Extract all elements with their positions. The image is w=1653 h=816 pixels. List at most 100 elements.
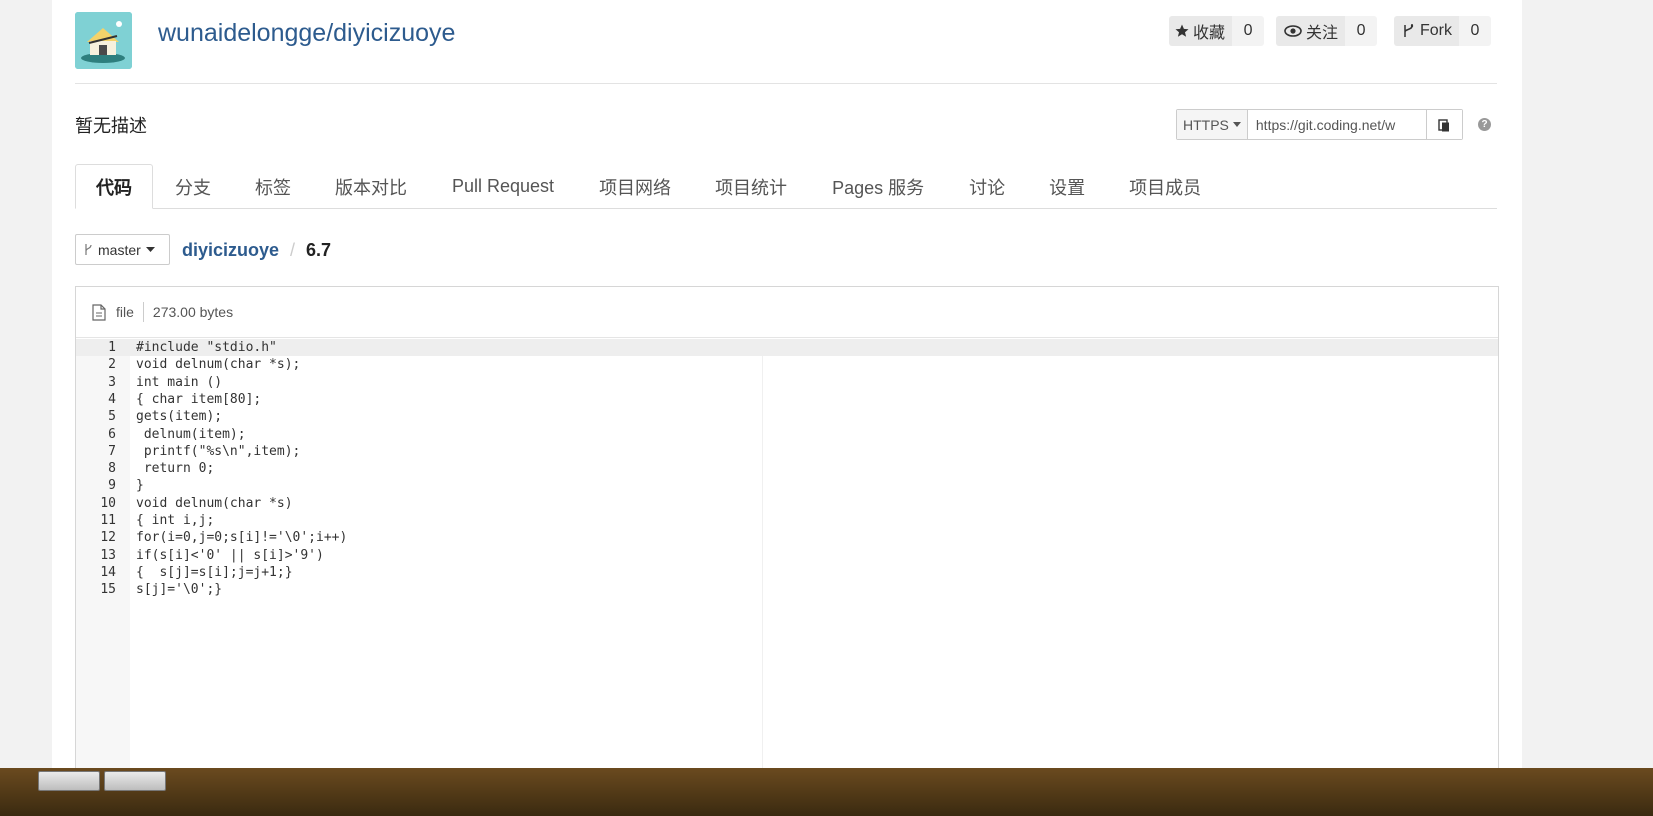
tab-pages[interactable]: Pages 服务 [809,164,947,209]
line-number: 7 [108,443,116,459]
tab-compare[interactable]: 版本对比 [313,164,429,209]
repo-description: 暂无描述 [75,116,147,136]
fork-label: Fork [1420,22,1452,39]
line-number: 4 [108,391,116,407]
code-line: 13 if(s[i]<'0' || s[i]>'9') [76,547,1498,564]
clipboard-icon [1438,118,1450,131]
branch-name: master [98,241,141,258]
watch-button[interactable]: 关注 [1276,16,1346,46]
star-icon [1175,24,1189,37]
line-number: 12 [100,530,116,546]
code-line: 11 { int i,j; [76,512,1498,529]
code-line: 10 void delnum(char *s) [76,495,1498,512]
watch-count[interactable]: 0 [1345,16,1378,46]
line-number: 11 [100,513,116,528]
clone-url-group: HTTPS [1176,109,1463,140]
protocol-label: HTTPS [1183,116,1229,133]
line-content: { s[j]=s[i];j=j+1;} [136,564,293,580]
fork-icon [1404,24,1414,37]
fork-button[interactable]: Fork [1394,16,1459,46]
code-line: 12 for(i=0,j=0;s[i]!='\0';i++) [76,529,1498,546]
code-line: 2 void delnum(char *s); [76,356,1498,373]
os-taskbar [0,768,1653,816]
line-content: } [136,478,144,494]
clone-url-input[interactable] [1247,110,1426,139]
file-info-bar: file 273.00 bytes [76,287,1498,338]
house-logo-icon [75,12,132,69]
code-line: 1 #include "stdio.h" [76,339,1498,356]
repo-header: wunaidelongge/diyicizuoye 收藏 0 关注 0 Fork… [75,12,1497,84]
star-group: 收藏 0 [1169,16,1265,46]
line-content: return 0; [136,461,215,477]
caret-down-icon [145,247,155,252]
line-number: 13 [100,547,116,563]
fork-count[interactable]: 0 [1459,16,1491,46]
line-number: 10 [100,495,116,511]
caret-down-icon [1232,122,1241,127]
breadcrumb: diyicizuoye / 6.7 [182,238,331,262]
file-size: 273.00 bytes [152,304,234,320]
line-number: 15 [100,582,116,598]
fork-group: Fork 0 [1394,16,1491,46]
code-line: 15 s[j]='\0';} [76,581,1498,598]
line-content: delnum(item); [136,426,246,442]
line-number: 14 [100,564,116,580]
protocol-select[interactable]: HTTPS [1177,110,1248,139]
line-content: for(i=0,j=0;s[i]!='\0';i++) [136,530,348,546]
line-number: 1 [108,340,116,355]
line-content: void delnum(char *s); [136,357,301,373]
watch-group: 关注 0 [1276,16,1378,46]
code-line: 3 int main () [76,374,1498,391]
line-content: if(s[i]<'0' || s[i]>'9') [136,547,324,563]
line-content: printf("%s\n",item); [136,443,301,459]
code-line: 5 gets(item); [76,408,1498,425]
line-content: int main () [136,374,223,390]
help-icon[interactable]: ? [1478,118,1491,131]
breadcrumb-repo-link[interactable]: diyicizuoye [182,238,279,262]
tab-code[interactable]: 代码 [75,164,153,209]
copy-url-button[interactable] [1425,110,1462,139]
tab-members[interactable]: 项目成员 [1107,164,1223,209]
code-line: 4 { char item[80]; [76,391,1498,408]
repo-logo[interactable] [75,12,132,69]
line-content: #include "stdio.h" [136,340,277,355]
taskbar-button[interactable] [104,771,166,791]
line-content: void delnum(char *s) [136,495,293,511]
tab-branches[interactable]: 分支 [153,164,233,209]
line-content: gets(item); [136,409,223,425]
breadcrumb-current-file: 6.7 [306,240,332,260]
file-viewer: file 273.00 bytes 1 #include "stdio.h" 2 vo… [75,286,1499,816]
tab-stats[interactable]: 项目统计 [693,164,809,209]
repo-title-link[interactable]: wunaidelongge/diyicizuoye [158,17,455,49]
page-container: wunaidelongge/diyicizuoye 收藏 0 关注 0 Fork… [52,0,1522,816]
line-content: { int i,j; [136,513,215,528]
code-line: 14 { s[j]=s[i];j=j+1;} [76,564,1498,581]
tab-tags[interactable]: 标签 [233,164,313,209]
tab-discussion[interactable]: 讨论 [947,164,1027,209]
line-number: 6 [108,426,116,442]
line-number: 8 [108,461,116,477]
line-number: 5 [108,409,116,425]
branch-select[interactable]: master [75,234,170,265]
tab-pull-request[interactable]: Pull Request [429,164,577,209]
line-number: 3 [108,374,116,390]
breadcrumb-separator: / [290,240,296,260]
line-number: 9 [108,478,116,494]
code-line: 6 delnum(item); [76,426,1498,443]
line-content: s[j]='\0';} [136,582,223,598]
file-icon [92,303,106,321]
branch-icon [85,244,92,255]
star-label: 收藏 [1193,25,1226,42]
tab-settings[interactable]: 设置 [1027,164,1107,209]
taskbar-button[interactable] [38,771,100,791]
star-button[interactable]: 收藏 [1169,16,1233,46]
repo-tabs: 代码 分支 标签 版本对比 Pull Request 项目网络 项目统计 Pag… [75,164,1497,209]
eye-icon [1284,25,1302,37]
tab-network[interactable]: 项目网络 [577,164,693,209]
line-number: 2 [108,357,116,373]
star-count[interactable]: 0 [1232,16,1265,46]
file-type: file [116,304,134,320]
line-content: { char item[80]; [136,391,262,407]
code-line: 8 return 0; [76,460,1498,477]
code-line: 9} [76,477,1498,494]
